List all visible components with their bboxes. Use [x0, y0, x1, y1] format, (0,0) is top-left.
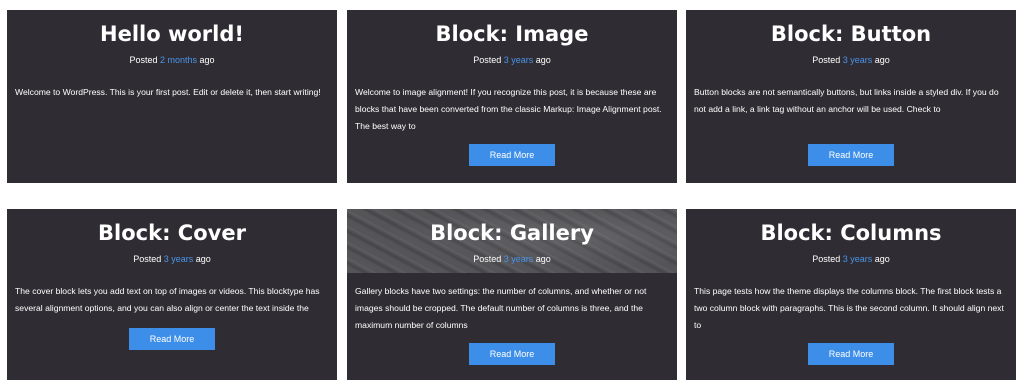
post-meta: Posted 3 years ago [7, 253, 337, 265]
read-more-button[interactable]: Read More [808, 343, 894, 365]
read-more-button[interactable]: Read More [129, 328, 215, 350]
post-excerpt: Button blocks are not semantically butto… [694, 87, 999, 114]
ago-label: ago [874, 55, 890, 65]
posted-label: Posted [129, 55, 158, 65]
posted-label: Posted [473, 55, 502, 65]
post-grid: Hello world! Posted 2 months ago Welcome… [0, 0, 1024, 388]
post-excerpt: The cover block lets you add text on top… [15, 286, 320, 313]
posted-label: Posted [133, 254, 162, 264]
post-excerpt: Welcome to image alignment! If you recog… [355, 87, 662, 131]
post-meta: Posted 3 years ago [686, 54, 1016, 66]
posted-label: Posted [812, 55, 841, 65]
post-date-link[interactable]: 3 years [164, 254, 194, 264]
posted-label: Posted [473, 254, 502, 264]
post-card-block-gallery: Block: Gallery Posted 3 years ago Galler… [347, 209, 677, 380]
post-title[interactable]: Block: Image [347, 10, 677, 47]
post-meta: Posted 3 years ago [686, 253, 1016, 265]
posted-label: Posted [812, 254, 841, 264]
post-date-link[interactable]: 3 years [504, 55, 534, 65]
post-card-block-cover: Block: Cover Posted 3 years ago The cove… [7, 209, 337, 380]
post-date-link[interactable]: 3 years [843, 55, 873, 65]
ago-label: ago [195, 254, 211, 264]
post-title[interactable]: Block: Gallery [347, 209, 677, 246]
post-date-link[interactable]: 2 months [160, 55, 197, 65]
post-card-hello-world: Hello world! Posted 2 months ago Welcome… [7, 10, 337, 183]
post-card-block-button: Block: Button Posted 3 years ago Button … [686, 10, 1016, 183]
ago-label: ago [199, 55, 215, 65]
post-date-link[interactable]: 3 years [504, 254, 534, 264]
post-card-block-columns: Block: Columns Posted 3 years ago This p… [686, 209, 1016, 380]
post-meta: Posted 3 years ago [347, 253, 677, 265]
post-meta: Posted 3 years ago [347, 54, 677, 66]
read-more-button[interactable]: Read More [469, 343, 555, 365]
post-title[interactable]: Block: Columns [686, 209, 1016, 246]
post-meta: Posted 2 months ago [7, 54, 337, 66]
ago-label: ago [874, 254, 890, 264]
read-more-button[interactable]: Read More [808, 144, 894, 166]
post-title[interactable]: Block: Button [686, 10, 1016, 47]
post-excerpt: Gallery blocks have two settings: the nu… [355, 286, 647, 330]
read-more-button[interactable]: Read More [469, 144, 555, 166]
post-excerpt: This page tests how the theme displays t… [694, 286, 1004, 330]
post-title[interactable]: Hello world! [7, 10, 337, 47]
post-excerpt: Welcome to WordPress. This is your first… [15, 87, 321, 97]
post-card-block-image: Block: Image Posted 3 years ago Welcome … [347, 10, 677, 183]
ago-label: ago [535, 254, 551, 264]
ago-label: ago [535, 55, 551, 65]
post-title[interactable]: Block: Cover [7, 209, 337, 246]
post-date-link[interactable]: 3 years [843, 254, 873, 264]
